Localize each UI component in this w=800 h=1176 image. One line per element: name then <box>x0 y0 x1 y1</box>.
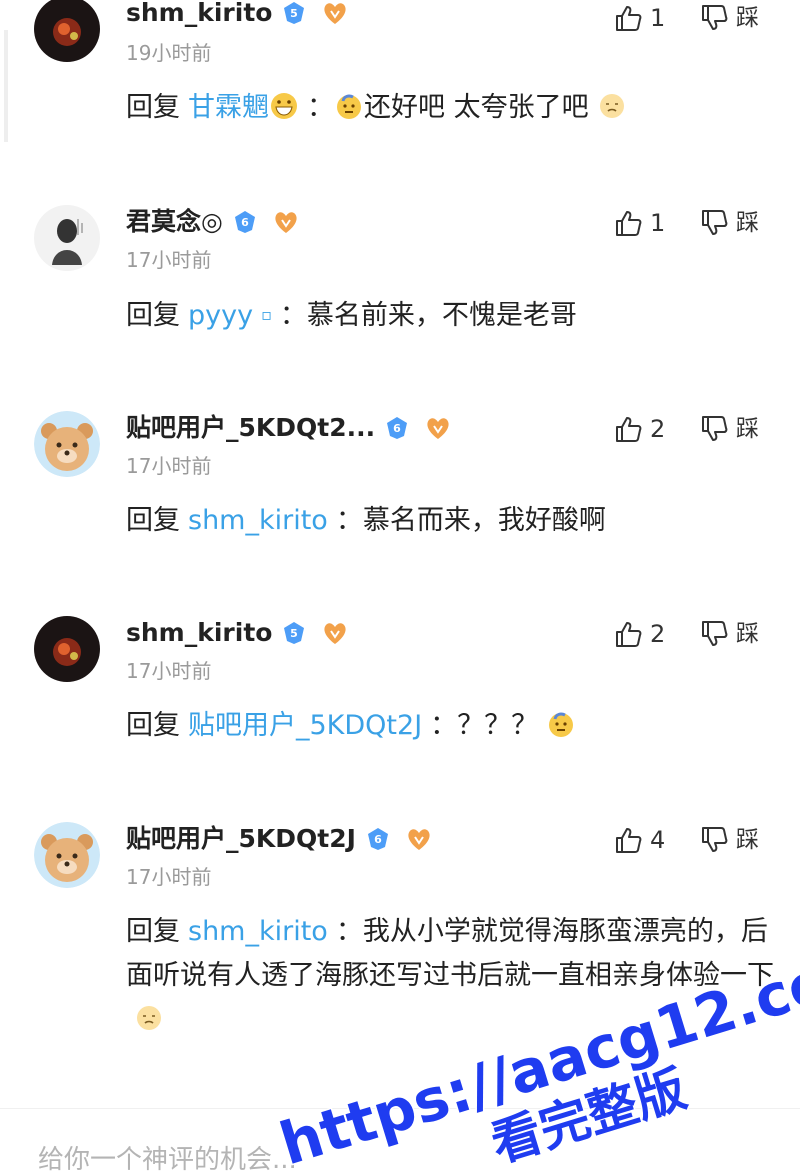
reply-body: ：？？？ <box>430 710 539 741</box>
username-text[interactable]: 贴吧用户_5KDQt2... <box>126 411 375 445</box>
thumbs-down-icon <box>702 827 728 852</box>
timestamp: 19小时前 <box>126 41 212 65</box>
level-badge-icon: 6 <box>385 416 409 440</box>
svg-text:6: 6 <box>241 216 249 229</box>
svg-text:6: 6 <box>393 422 401 435</box>
sweat-emoji-icon <box>334 91 364 121</box>
reply-to-badge: ▫ <box>261 305 272 324</box>
thumbs-down-icon <box>702 210 728 235</box>
comment-text: 回复 贴吧用户_5KDQt2J ：？？？ <box>126 704 776 748</box>
grin-emoji-icon <box>269 91 299 121</box>
pensive-emoji-icon <box>134 1003 164 1033</box>
dislike-label: 踩 <box>736 827 759 853</box>
dislike-label: 踩 <box>736 621 759 647</box>
timestamp: 17小时前 <box>126 865 212 889</box>
timestamp: 17小时前 <box>126 659 212 683</box>
dislike-button[interactable]: 踩 <box>700 413 759 445</box>
fan-badge-icon <box>271 209 301 235</box>
username[interactable]: 君莫念◎ 6 <box>126 205 301 239</box>
dislike-label: 踩 <box>736 5 759 31</box>
svg-text:5: 5 <box>291 627 299 640</box>
like-count: 1 <box>650 209 666 237</box>
like-count: 1 <box>650 4 666 32</box>
avatar[interactable] <box>34 411 100 477</box>
like-button[interactable]: 1 <box>614 2 665 34</box>
avatar[interactable] <box>34 0 100 62</box>
reply-body: 还好吧 太夸张了吧 <box>364 92 589 123</box>
dislike-label: 踩 <box>736 416 759 442</box>
thumbs-down-icon <box>702 5 728 30</box>
username[interactable]: shm_kirito 5 <box>126 0 350 30</box>
like-count: 4 <box>650 826 666 854</box>
fan-badge-icon <box>320 0 350 26</box>
sweat-emoji-icon <box>546 709 576 739</box>
comment-text: 回复 pyyy ▫ ：慕名前来，不愧是老哥 <box>126 293 776 338</box>
comment-input-bar[interactable]: 给你一个神评的机会... <box>0 1108 800 1176</box>
thumbs-up-icon <box>616 6 642 31</box>
username[interactable]: 贴吧用户_5KDQt2... 6 <box>126 411 453 445</box>
thumbs-down-icon <box>702 416 728 441</box>
reply-to-link[interactable]: shm_kirito <box>188 916 328 947</box>
username-text[interactable]: shm_kirito <box>126 616 272 650</box>
svg-text:5: 5 <box>291 7 299 20</box>
avatar[interactable] <box>34 822 100 888</box>
comment-text: 回复 甘霖魍 ： 还好吧 太夸张了吧 <box>126 86 776 130</box>
reply-to-link[interactable]: 贴吧用户_5KDQt2J <box>188 710 422 741</box>
reply-body: ：慕名而来，我好酸啊 <box>335 505 606 536</box>
username[interactable]: shm_kirito 5 <box>126 616 350 650</box>
comment-text: 回复 shm_kirito ：慕名而来，我好酸啊 <box>126 499 776 543</box>
comment-input-placeholder[interactable]: 给你一个神评的机会... <box>38 1145 297 1175</box>
thumbs-up-icon <box>616 622 642 647</box>
thumbs-up-icon <box>616 828 642 853</box>
pensive-emoji-icon <box>597 91 627 121</box>
reply-prefix: 回复 <box>126 710 180 741</box>
like-count: 2 <box>650 415 666 443</box>
reply-to-link[interactable]: shm_kirito <box>188 505 328 536</box>
level-badge-icon: 6 <box>366 827 390 851</box>
dislike-button[interactable]: 踩 <box>700 2 759 34</box>
reply-prefix: 回复 <box>126 300 180 331</box>
dislike-label: 踩 <box>736 210 759 236</box>
reply-prefix: 回复 <box>126 505 180 536</box>
like-count: 2 <box>650 620 666 648</box>
reply-to-link[interactable]: 甘霖魍 <box>188 92 269 123</box>
thumbs-up-icon <box>616 417 642 442</box>
like-button[interactable]: 2 <box>614 618 665 650</box>
reply-to-link[interactable]: pyyy <box>188 300 253 331</box>
dislike-button[interactable]: 踩 <box>700 207 759 239</box>
avatar[interactable] <box>34 205 100 271</box>
dislike-button[interactable]: 踩 <box>700 824 759 856</box>
reply-prefix: 回复 <box>126 92 180 123</box>
username-text[interactable]: 君莫念◎ <box>126 205 223 239</box>
username-text[interactable]: 贴吧用户_5KDQt2J <box>126 822 356 856</box>
thumbs-down-icon <box>702 621 728 646</box>
timestamp: 17小时前 <box>126 248 212 272</box>
fan-badge-icon <box>404 826 434 852</box>
fan-badge-icon <box>423 415 453 441</box>
reply-colon: ： <box>307 92 334 123</box>
thumbs-up-icon <box>616 211 642 236</box>
dislike-button[interactable]: 踩 <box>700 618 759 650</box>
scroll-indicator <box>4 30 8 142</box>
svg-text:6: 6 <box>374 833 382 846</box>
username-text[interactable]: shm_kirito <box>126 0 272 30</box>
level-badge-icon: 6 <box>233 210 257 234</box>
username[interactable]: 贴吧用户_5KDQt2J 6 <box>126 822 434 856</box>
reply-prefix: 回复 <box>126 916 180 947</box>
reply-body: ：慕名前来，不愧是老哥 <box>279 300 577 331</box>
level-badge-icon: 5 <box>282 1 306 25</box>
like-button[interactable]: 4 <box>614 824 665 856</box>
avatar[interactable] <box>34 616 100 682</box>
timestamp: 17小时前 <box>126 454 212 478</box>
level-badge-icon: 5 <box>282 621 306 645</box>
fan-badge-icon <box>320 620 350 646</box>
like-button[interactable]: 1 <box>614 207 665 239</box>
like-button[interactable]: 2 <box>614 413 665 445</box>
comment-text: 回复 shm_kirito ：我从小学就觉得海豚蛮漂亮的，后面听说有人透了海豚还写过… <box>126 910 776 1042</box>
